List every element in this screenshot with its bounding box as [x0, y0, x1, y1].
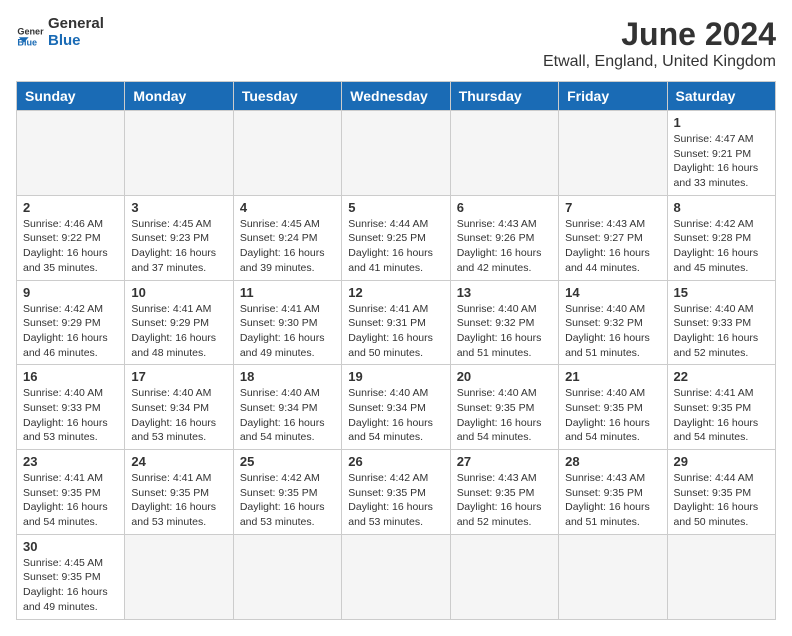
svg-text:General: General [17, 26, 44, 36]
logo-blue-text: Blue [48, 33, 104, 50]
empty-cell [125, 534, 233, 619]
day-5: 5 Sunrise: 4:44 AM Sunset: 9:25 PM Dayli… [342, 195, 450, 280]
calendar-row-5: 23 Sunrise: 4:41 AM Sunset: 9:35 PM Dayl… [17, 450, 776, 535]
day-16: 16 Sunrise: 4:40 AM Sunset: 9:33 PM Dayl… [17, 365, 125, 450]
day-10: 10 Sunrise: 4:41 AM Sunset: 9:29 PM Dayl… [125, 280, 233, 365]
calendar-row-2: 2 Sunrise: 4:46 AM Sunset: 9:22 PM Dayli… [17, 195, 776, 280]
day-15: 15 Sunrise: 4:40 AM Sunset: 9:33 PM Dayl… [667, 280, 775, 365]
header-tuesday: Tuesday [233, 82, 341, 111]
day-21: 21 Sunrise: 4:40 AM Sunset: 9:35 PM Dayl… [559, 365, 667, 450]
page-header: General Blue General Blue June 2024 Etwa… [16, 16, 776, 71]
day-18: 18 Sunrise: 4:40 AM Sunset: 9:34 PM Dayl… [233, 365, 341, 450]
day-19: 19 Sunrise: 4:40 AM Sunset: 9:34 PM Dayl… [342, 365, 450, 450]
header-friday: Friday [559, 82, 667, 111]
empty-cell [17, 111, 125, 196]
day-24: 24 Sunrise: 4:41 AM Sunset: 9:35 PM Dayl… [125, 450, 233, 535]
day-1: 1 Sunrise: 4:47 AM Sunset: 9:21 PM Dayli… [667, 111, 775, 196]
empty-cell [450, 111, 558, 196]
logo-icon: General Blue [16, 19, 44, 47]
day-13: 13 Sunrise: 4:40 AM Sunset: 9:32 PM Dayl… [450, 280, 558, 365]
header-wednesday: Wednesday [342, 82, 450, 111]
title-area: June 2024 Etwall, England, United Kingdo… [543, 16, 776, 71]
day-30: 30 Sunrise: 4:45 AM Sunset: 9:35 PM Dayl… [17, 534, 125, 619]
day-29: 29 Sunrise: 4:44 AM Sunset: 9:35 PM Dayl… [667, 450, 775, 535]
day-26: 26 Sunrise: 4:42 AM Sunset: 9:35 PM Dayl… [342, 450, 450, 535]
day-14: 14 Sunrise: 4:40 AM Sunset: 9:32 PM Dayl… [559, 280, 667, 365]
month-title: June 2024 [543, 16, 776, 53]
header-saturday: Saturday [667, 82, 775, 111]
calendar-row-4: 16 Sunrise: 4:40 AM Sunset: 9:33 PM Dayl… [17, 365, 776, 450]
day-3: 3 Sunrise: 4:45 AM Sunset: 9:23 PM Dayli… [125, 195, 233, 280]
calendar-header-row: Sunday Monday Tuesday Wednesday Thursday… [17, 82, 776, 111]
empty-cell [233, 111, 341, 196]
logo: General Blue General Blue [16, 16, 104, 49]
location: Etwall, England, United Kingdom [543, 53, 776, 71]
calendar-row-1: 1 Sunrise: 4:47 AM Sunset: 9:21 PM Dayli… [17, 111, 776, 196]
day-28: 28 Sunrise: 4:43 AM Sunset: 9:35 PM Dayl… [559, 450, 667, 535]
header-thursday: Thursday [450, 82, 558, 111]
logo-general-text: General [48, 16, 104, 33]
day-7: 7 Sunrise: 4:43 AM Sunset: 9:27 PM Dayli… [559, 195, 667, 280]
day-12: 12 Sunrise: 4:41 AM Sunset: 9:31 PM Dayl… [342, 280, 450, 365]
day-25: 25 Sunrise: 4:42 AM Sunset: 9:35 PM Dayl… [233, 450, 341, 535]
day-8: 8 Sunrise: 4:42 AM Sunset: 9:28 PM Dayli… [667, 195, 775, 280]
empty-cell [667, 534, 775, 619]
empty-cell [559, 111, 667, 196]
day-4: 4 Sunrise: 4:45 AM Sunset: 9:24 PM Dayli… [233, 195, 341, 280]
calendar-table: Sunday Monday Tuesday Wednesday Thursday… [16, 81, 776, 620]
empty-cell [342, 111, 450, 196]
empty-cell [450, 534, 558, 619]
day-22: 22 Sunrise: 4:41 AM Sunset: 9:35 PM Dayl… [667, 365, 775, 450]
day-27: 27 Sunrise: 4:43 AM Sunset: 9:35 PM Dayl… [450, 450, 558, 535]
empty-cell [125, 111, 233, 196]
day-9: 9 Sunrise: 4:42 AM Sunset: 9:29 PM Dayli… [17, 280, 125, 365]
empty-cell [233, 534, 341, 619]
header-sunday: Sunday [17, 82, 125, 111]
day-2: 2 Sunrise: 4:46 AM Sunset: 9:22 PM Dayli… [17, 195, 125, 280]
empty-cell [559, 534, 667, 619]
calendar-row-6: 30 Sunrise: 4:45 AM Sunset: 9:35 PM Dayl… [17, 534, 776, 619]
header-monday: Monday [125, 82, 233, 111]
svg-text:Blue: Blue [17, 37, 37, 46]
day-11: 11 Sunrise: 4:41 AM Sunset: 9:30 PM Dayl… [233, 280, 341, 365]
day-6: 6 Sunrise: 4:43 AM Sunset: 9:26 PM Dayli… [450, 195, 558, 280]
day-17: 17 Sunrise: 4:40 AM Sunset: 9:34 PM Dayl… [125, 365, 233, 450]
calendar-row-3: 9 Sunrise: 4:42 AM Sunset: 9:29 PM Dayli… [17, 280, 776, 365]
day-20: 20 Sunrise: 4:40 AM Sunset: 9:35 PM Dayl… [450, 365, 558, 450]
empty-cell [342, 534, 450, 619]
day-23: 23 Sunrise: 4:41 AM Sunset: 9:35 PM Dayl… [17, 450, 125, 535]
